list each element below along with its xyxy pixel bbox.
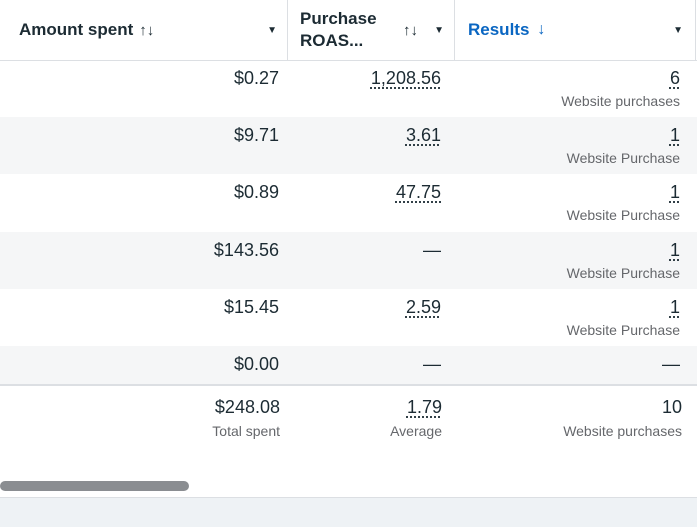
purchase-roas-cell[interactable]: 47.75 [396,182,441,203]
column-header-results[interactable]: Results ↓ ▼ [455,0,695,60]
results-cell[interactable]: 1 [670,297,680,318]
result-type-label: Website Purchase [566,322,680,338]
total-results-label: Website purchases [563,423,682,439]
total-results: 10 [661,397,682,417]
average-roas[interactable]: 1.79 [407,397,442,418]
sort-icon[interactable]: ↑↓ [139,22,154,39]
chevron-down-icon[interactable]: ▼ [673,25,683,36]
purchase-roas-cell[interactable]: 2.59 [406,297,441,318]
purchase-roas-cell: — [423,240,441,260]
results-cell[interactable]: 1 [670,240,680,261]
purchase-roas-label-line2: ROAS... [300,31,364,50]
amount-spent-cell: $0.89 [233,182,279,202]
horizontal-scrollbar-thumb[interactable] [0,481,189,491]
column-divider [695,0,696,60]
purchase-roas-cell: — [423,354,441,374]
column-header-amount-spent[interactable]: Amount spent ↑↓ ▼ [0,0,287,60]
table-row[interactable]: $0.89 47.75 1 Website Purchase [0,174,697,231]
chevron-down-icon[interactable]: ▼ [267,25,277,36]
amount-spent-cell: $143.56 [213,240,279,260]
column-header-purchase-roas[interactable]: Purchase ROAS... ↑↓ ▼ [288,0,454,60]
purchase-roas-label-line1: Purchase [300,9,377,28]
results-cell: — [662,354,680,374]
result-type-label: Website Purchase [566,207,680,223]
results-cell[interactable]: 6 [670,68,680,89]
table-row[interactable]: $15.45 2.59 1 Website Purchase [0,289,697,346]
footer-bar [0,498,697,527]
table-row[interactable]: $143.56 — 1 Website Purchase [0,232,697,289]
amount-spent-cell: $9.71 [233,125,279,145]
table-row[interactable]: $0.00 — — [0,346,697,384]
result-type-label: Website Purchase [566,150,680,166]
sort-icon[interactable]: ↑↓ [403,22,418,39]
total-spent-label: Total spent [212,423,280,439]
average-label: Average [390,423,442,439]
table-row[interactable]: $9.71 3.61 1 Website Purchase [0,117,697,174]
table-header: Amount spent ↑↓ ▼ Purchase ROAS... ↑↓ ▼ … [0,0,697,61]
purchase-roas-cell[interactable]: 1,208.56 [371,68,441,89]
result-type-label: Website purchases [561,93,680,109]
chevron-down-icon[interactable]: ▼ [434,25,444,36]
result-type-label: Website Purchase [566,265,680,281]
total-amount-spent: $248.08 [214,397,280,417]
amount-spent-cell: $0.27 [233,68,279,88]
results-cell[interactable]: 1 [670,125,680,146]
table-row[interactable]: $0.27 1,208.56 6 Website purchases [0,60,697,117]
results-label: Results [468,20,530,39]
amount-spent-label: Amount spent [19,20,134,39]
totals-row: $248.08 Total spent 1.79 Average 10 Webs… [0,384,697,482]
amount-spent-cell: $0.00 [233,354,279,374]
purchase-roas-cell[interactable]: 3.61 [406,125,441,146]
results-cell[interactable]: 1 [670,182,680,203]
amount-spent-cell: $15.45 [223,297,279,317]
sort-down-icon[interactable]: ↓ [537,21,545,39]
